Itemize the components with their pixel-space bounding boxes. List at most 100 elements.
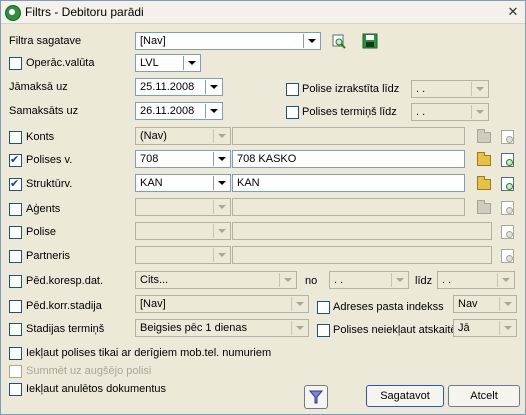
- sagatavot-button[interactable]: Sagatavot: [366, 385, 444, 407]
- stadijas-termins-checkbox[interactable]: [9, 323, 22, 336]
- operac-valuta-select[interactable]: LVL: [135, 54, 201, 72]
- stadijas-termins-value: Beigsies pēc 1 dienas: [140, 322, 248, 334]
- polises-v-browse-icon[interactable]: [475, 151, 491, 167]
- filtra-sagatave-select[interactable]: [Nav]: [135, 32, 321, 50]
- operac-valuta-checkbox[interactable]: [9, 57, 22, 70]
- ped-koresp-lidz-value: . .: [442, 274, 452, 286]
- konts-desc: [232, 127, 465, 145]
- title-bar: Filtrs - Debitoru parādi ✕: [1, 1, 525, 24]
- partneris-desc: [232, 246, 492, 264]
- partneris-search-icon[interactable]: [499, 247, 515, 263]
- polise-search-icon[interactable]: [499, 223, 515, 239]
- chevron-down-icon[interactable]: [213, 129, 229, 143]
- ped-korr-stadija-label: Pēd.korr.stadija: [26, 300, 102, 312]
- chevron-down-icon[interactable]: [291, 297, 307, 311]
- konts-value: (Nav): [140, 130, 167, 142]
- polises-termins-checkbox[interactable]: [286, 106, 299, 119]
- agents-browse-icon[interactable]: [475, 199, 491, 215]
- save-icon[interactable]: [362, 33, 378, 49]
- chevron-down-icon[interactable]: [303, 34, 319, 48]
- chevron-down-icon[interactable]: [497, 273, 513, 287]
- chevron-down-icon[interactable]: [499, 297, 515, 311]
- polises-v-checkbox[interactable]: [9, 153, 22, 167]
- polises-termins-date[interactable]: . .: [411, 103, 489, 121]
- strukturv-label: Struktūrv.: [26, 178, 73, 190]
- summet-label: Summēt uz augšējo polisi: [26, 365, 152, 377]
- polise-izrakstita-value: . .: [416, 83, 426, 95]
- chevron-down-icon[interactable]: [471, 105, 487, 119]
- ped-koresp-no-label: no: [305, 275, 318, 287]
- chevron-down-icon[interactable]: [183, 56, 199, 70]
- jamaksa-uz-value: 25.11.2008: [140, 81, 195, 93]
- chevron-down-icon[interactable]: [279, 273, 295, 287]
- polises-v-label: Polises v.: [26, 154, 73, 166]
- konts-search-icon[interactable]: [499, 128, 515, 144]
- chevron-down-icon[interactable]: [213, 224, 229, 238]
- ped-korr-stadija-select[interactable]: [Nav]: [135, 295, 309, 313]
- strukturv-browse-icon[interactable]: [475, 175, 491, 191]
- chevron-down-icon[interactable]: [291, 321, 307, 335]
- strukturv-checkbox[interactable]: [9, 177, 22, 191]
- samaksats-uz-value: 26.11.2008: [140, 105, 195, 117]
- polises-v-search-icon[interactable]: [499, 151, 515, 167]
- close-icon[interactable]: ✕: [505, 4, 521, 19]
- polises-neieklaut-checkbox[interactable]: [317, 324, 330, 337]
- ped-koresp-label: Pēd.koresp.dat.: [26, 275, 104, 287]
- adreses-pasta-select[interactable]: Nav: [453, 295, 517, 313]
- polise-izrakstita-date[interactable]: . .: [411, 80, 489, 98]
- chevron-down-icon[interactable]: [205, 104, 221, 118]
- anuletos-label: Iekļaut anulētos dokumentus: [26, 383, 167, 395]
- adreses-pasta-value: Nav: [458, 298, 478, 310]
- stadijas-termins-select[interactable]: Beigsies pēc 1 dienas: [135, 319, 309, 337]
- chevron-down-icon[interactable]: [471, 82, 487, 96]
- ped-koresp-no-date[interactable]: . .: [329, 271, 409, 289]
- chevron-down-icon[interactable]: [205, 80, 221, 94]
- strukturv-select[interactable]: KAN: [135, 174, 231, 192]
- adreses-pasta-label: Adreses pasta indekss: [333, 301, 444, 313]
- partneris-checkbox[interactable]: [9, 250, 22, 263]
- chevron-down-icon[interactable]: [213, 248, 229, 262]
- polises-v-desc: 708 KASKO: [232, 150, 465, 168]
- window-title: Filtrs - Debitoru parādi: [25, 5, 144, 19]
- atcelt-button[interactable]: Atcelt: [448, 385, 520, 407]
- polises-v-select[interactable]: 708: [135, 150, 231, 168]
- jamaksa-uz-date[interactable]: 25.11.2008: [135, 78, 223, 96]
- operac-valuta-label: Operāc.valūta: [26, 57, 95, 69]
- polise-checkbox[interactable]: [9, 226, 22, 239]
- ped-koresp-checkbox[interactable]: [9, 275, 22, 288]
- ieklaut-mob-label: Iekļaut polises tikai ar derīgiem mob.te…: [26, 347, 272, 359]
- ieklaut-mob-checkbox[interactable]: [9, 347, 22, 360]
- summet-checkbox[interactable]: [9, 365, 22, 378]
- anuletos-checkbox[interactable]: [9, 383, 22, 396]
- samaksats-uz-label: Samaksāts uz: [9, 105, 79, 117]
- ped-korr-stadija-checkbox[interactable]: [9, 300, 22, 313]
- polise-izrakstita-checkbox[interactable]: [286, 83, 299, 96]
- strukturv-value: KAN: [140, 177, 163, 189]
- ped-koresp-lidz-date[interactable]: . .: [437, 271, 515, 289]
- samaksats-uz-date[interactable]: 26.11.2008: [135, 102, 223, 120]
- polises-neieklaut-select[interactable]: Jā: [453, 319, 517, 337]
- konts-checkbox[interactable]: [9, 131, 22, 144]
- chevron-down-icon[interactable]: [499, 321, 515, 335]
- polise-desc: [232, 222, 492, 240]
- agents-checkbox[interactable]: [9, 203, 22, 216]
- agents-search-icon[interactable]: [499, 199, 515, 215]
- chevron-down-icon[interactable]: [213, 152, 229, 166]
- agents-select[interactable]: [135, 198, 231, 216]
- operac-valuta-value: LVL: [140, 57, 159, 69]
- strukturv-desc: KAN: [232, 174, 465, 192]
- polise-select[interactable]: [135, 222, 231, 240]
- konts-select[interactable]: (Nav): [135, 127, 231, 145]
- chevron-down-icon[interactable]: [391, 273, 407, 287]
- adreses-pasta-checkbox[interactable]: [317, 301, 330, 314]
- partneris-select[interactable]: [135, 246, 231, 264]
- strukturv-search-icon[interactable]: [499, 175, 515, 191]
- template-search-icon[interactable]: [331, 33, 347, 49]
- chevron-down-icon[interactable]: [213, 200, 229, 214]
- ped-koresp-select[interactable]: Cits...: [135, 271, 297, 289]
- chevron-down-icon[interactable]: [213, 176, 229, 190]
- filtra-sagatave-value: [Nav]: [140, 35, 166, 47]
- polise-izrakstita-label: Polise izrakstīta līdz: [302, 83, 400, 95]
- filter-icon[interactable]: [304, 385, 328, 409]
- konts-browse-icon[interactable]: [475, 128, 491, 144]
